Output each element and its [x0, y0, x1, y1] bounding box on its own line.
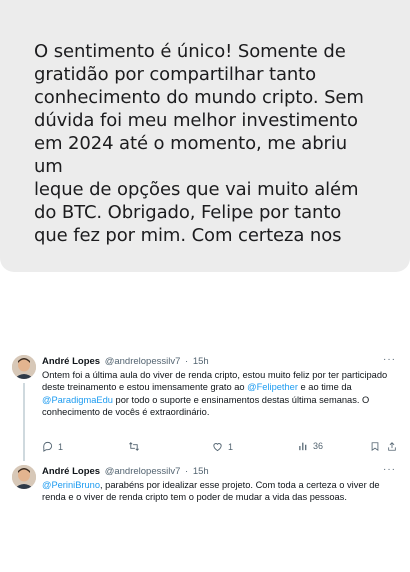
like-count: 1 — [228, 441, 234, 452]
share-button[interactable] — [387, 441, 397, 452]
reply-count: 1 — [58, 441, 64, 452]
more-horizontal-icon[interactable]: ··· — [383, 353, 396, 367]
mention-link[interactable]: @ParadigmaEdu — [42, 395, 113, 405]
mention-link[interactable]: @Felipether — [247, 382, 298, 392]
author-name[interactable]: André Lopes — [42, 356, 100, 367]
tweet-header: André Lopes @andrelopessilv7 · 15h ··· — [42, 353, 398, 369]
separator: · — [185, 466, 189, 477]
bookmark-icon — [370, 441, 380, 452]
author-handle[interactable]: @andrelopessilv7 — [105, 466, 181, 477]
retweet-icon — [128, 441, 140, 452]
views-icon — [298, 441, 308, 451]
share-icon — [387, 441, 397, 452]
tweet-actions: 1 1 36 — [42, 441, 398, 455]
tweet-header: André Lopes @andrelopessilv7 · 15h ··· — [42, 463, 398, 479]
separator: · — [185, 356, 189, 367]
text-segment: e ao time da — [297, 382, 352, 393]
avatar[interactable] — [12, 355, 36, 379]
author-name[interactable]: André Lopes — [42, 466, 100, 477]
views-button[interactable]: 36 — [298, 441, 323, 451]
mention-link[interactable]: @PeriniBruno — [42, 480, 100, 490]
retweet-button[interactable] — [128, 441, 145, 452]
like-button[interactable]: 1 — [212, 441, 233, 452]
more-horizontal-icon[interactable]: ··· — [383, 463, 396, 477]
message-text: O sentimento é único! Somente de gratidã… — [34, 41, 364, 246]
reply-button[interactable]: 1 — [42, 441, 63, 452]
bookmark-button[interactable] — [370, 441, 380, 452]
tweet-text: @PeriniBruno, parabéns por idealizar ess… — [42, 479, 398, 504]
views-count: 36 — [313, 441, 324, 451]
timestamp[interactable]: 15h — [193, 356, 209, 367]
message-bubble: O sentimento é único! Somente de gratidã… — [0, 0, 410, 272]
author-handle[interactable]: @andrelopessilv7 — [105, 356, 181, 367]
timestamp[interactable]: 15h — [193, 466, 209, 477]
thread-line — [23, 383, 25, 461]
avatar[interactable] — [12, 465, 36, 489]
heart-icon — [212, 441, 223, 452]
reply-icon — [42, 441, 53, 452]
tweet-text: Ontem foi a última aula do viver de rend… — [42, 369, 398, 419]
